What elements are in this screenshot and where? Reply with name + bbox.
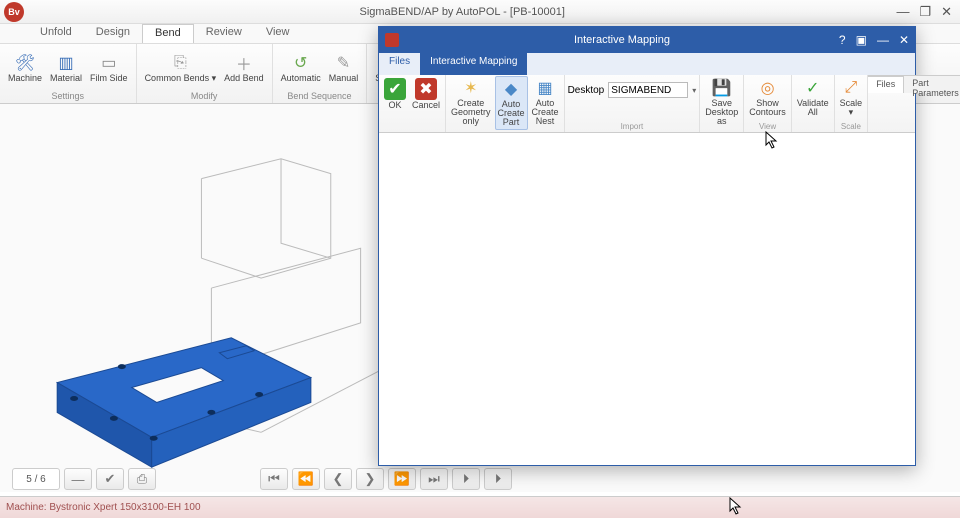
scale-icon: ⤢ xyxy=(841,78,861,98)
addbend-button[interactable]: ＋Add Bend xyxy=(222,51,266,85)
manual-icon: ✎ xyxy=(333,53,353,73)
group-import-label: Import xyxy=(621,122,644,131)
group-modify-label: Modify xyxy=(191,90,218,101)
cursor-icon xyxy=(765,131,779,149)
auto-create-part-button[interactable]: ◆Auto Create Part xyxy=(495,76,528,130)
ok-icon: ✔ xyxy=(384,78,406,100)
nav-btn-dash[interactable]: — xyxy=(64,468,92,490)
nav-btn-print[interactable]: ⎙ xyxy=(128,468,156,490)
transport-nav: ⏮ ⏪ ❮ ❯ ⏩ ⏭ ⏵ ⏵ xyxy=(260,468,512,490)
desktop-dropdown-icon[interactable]: ▾ xyxy=(692,86,696,95)
manual-button[interactable]: ✎Manual xyxy=(327,51,361,85)
tab-unfold[interactable]: Unfold xyxy=(28,24,84,43)
nav-btn-check[interactable]: ✔ xyxy=(96,468,124,490)
dialog-tabstrip: Files Interactive Mapping xyxy=(379,53,915,75)
contours-icon: ◎ xyxy=(758,78,778,98)
maximize-icon[interactable]: ❐ xyxy=(919,4,931,20)
commonbends-button[interactable]: ⎘Common Bends ▾ xyxy=(143,51,219,85)
group-settings-label: Settings xyxy=(52,90,85,101)
tab-view[interactable]: View xyxy=(254,24,302,43)
save-desktop-icon: 💾 xyxy=(712,78,732,98)
filmside-button[interactable]: ▭Film Side xyxy=(88,51,130,85)
scale-button[interactable]: ⤢Scale ▾ xyxy=(838,76,865,119)
nav-next[interactable]: ❯ xyxy=(356,468,384,490)
create-geom-button[interactable]: ✶Create Geometry only xyxy=(449,76,493,128)
titlebar: Bv SigmaBEND/AP by AutoPOL - [PB-10001] … xyxy=(0,0,960,24)
validate-icon: ✓ xyxy=(803,78,823,98)
material-icon: ▥ xyxy=(56,53,76,73)
nav-rewind[interactable]: ⏪ xyxy=(292,468,320,490)
auto-part-icon: ◆ xyxy=(501,79,521,99)
btab-files[interactable]: Files xyxy=(868,76,904,93)
dialog-minimize-icon[interactable]: — xyxy=(877,33,889,47)
save-desktop-button[interactable]: 💾Save Desktop as xyxy=(703,76,740,128)
group-view-label: View xyxy=(759,122,776,131)
page-indicator: 5 / 6 xyxy=(12,468,60,490)
group-scale-label: Scale xyxy=(841,122,861,131)
automatic-button[interactable]: ↺Automatic xyxy=(279,51,323,85)
page-nav: 5 / 6 — ✔ ⎙ xyxy=(12,468,156,490)
ok-button[interactable]: ✔OK xyxy=(382,76,408,112)
machine-icon: 🛠 xyxy=(15,53,35,73)
nav-last[interactable]: ⏭ xyxy=(420,468,448,490)
btab-partparams[interactable]: Part Parameters xyxy=(904,76,960,93)
filmside-icon: ▭ xyxy=(99,53,119,73)
close-icon[interactable]: ✕ xyxy=(941,4,952,20)
tab-bend[interactable]: Bend xyxy=(142,24,194,43)
status-machine: Machine: Bystronic Xpert 150x3100-EH 100 xyxy=(6,502,201,513)
nav-first[interactable]: ⏮ xyxy=(260,468,288,490)
validate-all-button[interactable]: ✓Validate All xyxy=(795,76,831,119)
group-bendseq-label: Bend Sequence xyxy=(287,90,351,101)
auto-nest-icon: ▦ xyxy=(535,78,555,98)
desktop-label: Desktop xyxy=(568,85,605,96)
addbend-icon: ＋ xyxy=(234,53,254,73)
machine-button[interactable]: 🛠Machine xyxy=(6,51,44,85)
nav-play2[interactable]: ⏵ xyxy=(484,468,512,490)
dialog-close-icon[interactable]: ✕ xyxy=(899,33,909,47)
automatic-icon: ↺ xyxy=(291,53,311,73)
dtab-interactive[interactable]: Interactive Mapping xyxy=(420,53,527,75)
dtab-files[interactable]: Files xyxy=(379,53,420,75)
desktop-field: Desktop ▾ xyxy=(568,82,697,98)
desktop-input[interactable] xyxy=(608,82,688,98)
cancel-icon: ✖ xyxy=(415,78,437,100)
status-bar: Machine: Bystronic Xpert 150x3100-EH 100 xyxy=(0,496,960,518)
minimize-icon[interactable]: — xyxy=(896,4,909,20)
material-button[interactable]: ▥Material xyxy=(48,51,84,85)
app-logo-icon: Bv xyxy=(4,2,24,22)
cancel-button[interactable]: ✖Cancel xyxy=(410,76,442,112)
create-geom-icon: ✶ xyxy=(461,78,481,98)
show-contours-button[interactable]: ◎Show Contours xyxy=(747,76,788,119)
dialog-titlebar[interactable]: Interactive Mapping ? ▣ — ✕ xyxy=(379,27,915,53)
nav-prev[interactable]: ❮ xyxy=(324,468,352,490)
dialog-restore-icon[interactable]: ▣ xyxy=(856,33,867,47)
dialog-ribbon: ✔OK ✖Cancel ✶Create Geometry only ◆Auto … xyxy=(379,75,915,133)
app-title: SigmaBEND/AP by AutoPOL - [PB-10001] xyxy=(28,6,896,18)
commonbends-icon: ⎘ xyxy=(170,53,190,73)
nav-play[interactable]: ⏵ xyxy=(452,468,480,490)
dialog-bottom-tabs: Files Part Parameters Options Tag Settin… xyxy=(868,75,960,93)
dialog-title: Interactive Mapping xyxy=(405,34,839,46)
interactive-mapping-dialog: Interactive Mapping ? ▣ — ✕ Files Intera… xyxy=(378,26,916,466)
nav-forward[interactable]: ⏩ xyxy=(388,468,416,490)
dialog-logo-icon xyxy=(385,33,399,47)
tab-review[interactable]: Review xyxy=(194,24,254,43)
auto-create-nest-button[interactable]: ▦Auto Create Nest xyxy=(530,76,561,128)
tab-design[interactable]: Design xyxy=(84,24,142,43)
dialog-help-icon[interactable]: ? xyxy=(839,33,846,47)
window-controls: — ❐ ✕ xyxy=(896,4,960,20)
